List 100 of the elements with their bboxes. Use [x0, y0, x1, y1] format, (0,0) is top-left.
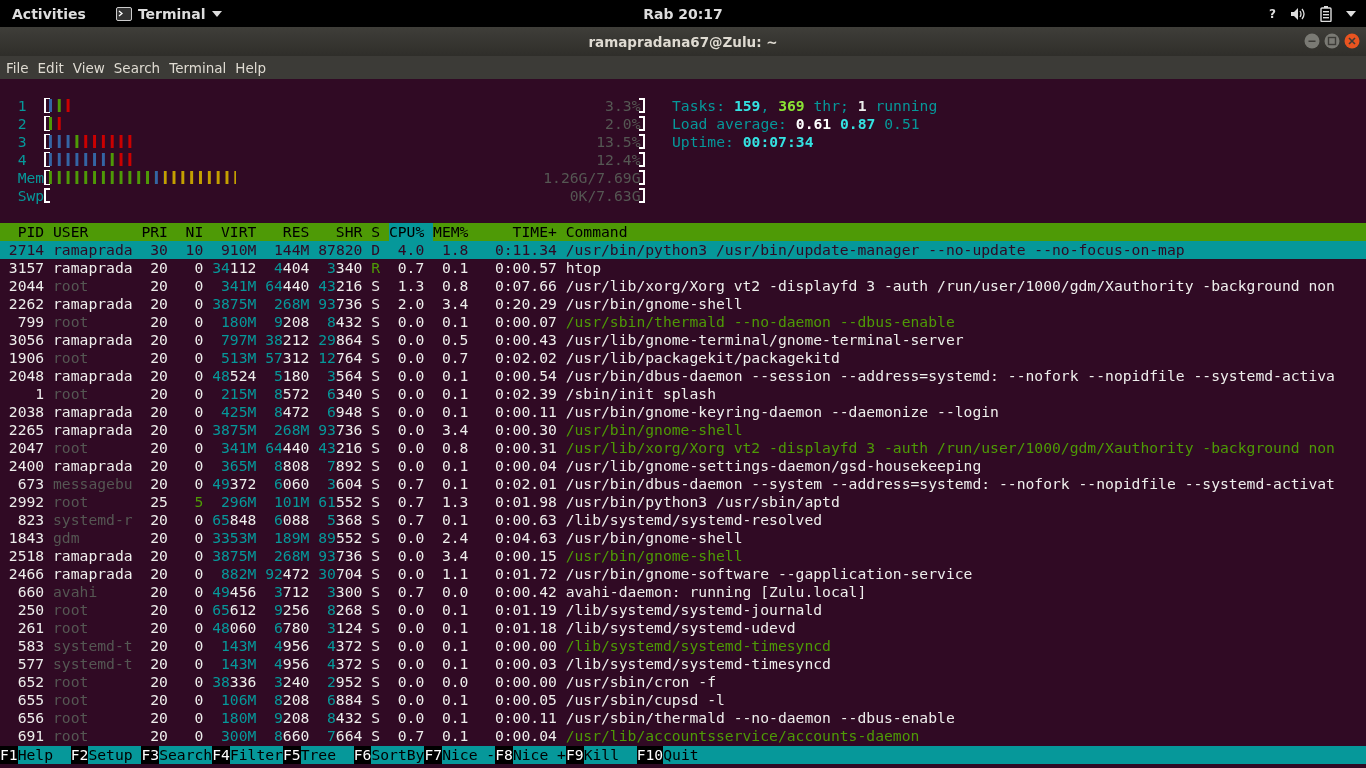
- process-row[interactable]: 2992 root 25 5 296M 101M 61552 S 0.7 1.3 0:01.98 /usr/bin/python3 /usr/sbin/aptd: [0, 493, 1366, 511]
- close-icon[interactable]: [1344, 33, 1360, 49]
- virtual-memory-cell: 3875M: [212, 547, 257, 565]
- battery-icon[interactable]: [1320, 5, 1332, 22]
- process-row[interactable]: 2466 ramaprada 20 0 882M 92472 30704 S 0.0 1.1 0:01.72 /usr/bin/gnome-software --gapplication-service: [0, 565, 1366, 583]
- priority-cell-text: 20: [149, 367, 168, 385]
- process-row[interactable]: 691 root 20 0 300M 8660 7664 S 0.7 0.1 0:00.04 /usr/lib/accountsservice/accounts-daemon: [0, 727, 1366, 745]
- minimize-icon[interactable]: [1304, 33, 1320, 49]
- cpu-cell-text: 0.0: [396, 655, 425, 673]
- column-header[interactable]: NI: [176, 223, 204, 241]
- summary-text: ,: [760, 97, 771, 115]
- command-cell-text: avahi-daemon: running [Zulu.local]: [565, 583, 868, 601]
- nice-cell-text: 0: [193, 349, 204, 367]
- process-row[interactable]: 2714 ramaprada 30 10 910M 144M 87820 D 4.0 1.8 0:11.34 /usr/bin/python3 /usr/bin/update-manager --no-update --no-focus-on-map: [0, 241, 1366, 259]
- menu-item[interactable]: Help: [235, 59, 274, 76]
- command-cell-text: /usr/bin/python3 /usr/bin/update-manager --no-update --no-focus-on-map: [565, 241, 1186, 259]
- column-header[interactable]: Command: [565, 223, 1366, 241]
- process-row[interactable]: 660 avahi 20 0 49456 3712 3300 S 0.7 0.0 0:00.42 avahi-daemon: running [Zulu.local]: [0, 583, 1366, 601]
- process-row[interactable]: 823 systemd-r 20 0 65848 6088 5368 S 0.7 0.1 0:00.63 /lib/systemd/systemd-resolved: [0, 511, 1366, 529]
- command-cell-text: /usr/lib/xorg/Xorg vt2 -displayfd 3 -auth /run/user/1000/gdm/Xauthority -background non: [565, 277, 1336, 295]
- virtual-memory-cell-text: 882M: [219, 565, 257, 583]
- menu-item[interactable]: Search: [113, 59, 168, 76]
- process-row[interactable]: 799 root 20 0 180M 9208 8432 S 0.0 0.1 0:00.07 /usr/sbin/thermald --no-daemon --dbus-enable: [0, 313, 1366, 331]
- state-cell: S: [371, 547, 381, 565]
- process-row[interactable]: 583 systemd-t 20 0 143M 4956 4372 S 0.0 0.1 0:00.00 /lib/systemd/systemd-timesyncd: [0, 637, 1366, 655]
- footer-button[interactable]: Nice +: [512, 746, 566, 764]
- memory-cell-text: 0.8: [440, 439, 469, 457]
- menu-item[interactable]: File: [6, 59, 36, 76]
- column-header[interactable]: CPU%: [388, 223, 434, 241]
- menu-item[interactable]: Edit: [37, 59, 71, 76]
- column-header[interactable]: MEM%: [433, 223, 469, 241]
- footer-button[interactable]: Nice -: [442, 746, 496, 764]
- speaker-icon[interactable]: [1290, 6, 1306, 21]
- clock[interactable]: Rab 20:17: [643, 5, 723, 22]
- process-row[interactable]: 2518 ramaprada 20 0 3875M 268M 93736 S 0.0 3.4 0:00.15 /usr/bin/gnome-shell: [0, 547, 1366, 565]
- time-cell-text: 0:00.04: [493, 457, 557, 475]
- pid-cell-text: 2714: [7, 241, 45, 259]
- footer-button[interactable]: Kill: [583, 746, 637, 764]
- priority-cell-text: 20: [149, 421, 168, 439]
- footer-button[interactable]: Tree: [300, 746, 354, 764]
- help-indicator[interactable]: ?: [1269, 6, 1276, 21]
- cpu-cell-text: 0.7: [396, 475, 425, 493]
- state-cell: S: [371, 655, 381, 673]
- process-row[interactable]: 655 root 20 0 106M 8208 6884 S 0.0 0.1 0:00.05 /usr/sbin/cupsd -l: [0, 691, 1366, 709]
- footer-button[interactable]: Filter: [229, 746, 283, 764]
- process-row[interactable]: 2265 ramaprada 20 0 3875M 268M 93736 S 0.0 3.4 0:00.30 /usr/bin/gnome-shell: [0, 421, 1366, 439]
- process-row[interactable]: 3056 ramaprada 20 0 797M 38212 29864 S 0.0 0.5 0:00.43 /usr/lib/gnome-terminal/gnome-terminal-server: [0, 331, 1366, 349]
- column-header[interactable]: TIME+: [477, 223, 557, 241]
- column-header[interactable]: VIRT: [212, 223, 257, 241]
- process-row[interactable]: 250 root 20 0 65612 9256 8268 S 0.0 0.1 0:01.19 /lib/systemd/systemd-journald: [0, 601, 1366, 619]
- process-row[interactable]: 656 root 20 0 180M 9208 8432 S 0.0 0.1 0:00.11 /usr/sbin/thermald --no-daemon --dbus-enable: [0, 709, 1366, 727]
- footer-button[interactable]: Search: [159, 746, 213, 764]
- menu-item[interactable]: Terminal: [169, 59, 234, 76]
- process-row[interactable]: 1906 root 20 0 513M 57312 12764 S 0.0 0.7 0:02.02 /usr/lib/packagekit/packagekitd: [0, 349, 1366, 367]
- footer-button[interactable]: Help: [17, 746, 71, 764]
- command-cell-text: /usr/sbin/thermald --no-daemon --dbus-enable: [565, 313, 956, 331]
- process-row[interactable]: 3157 ramaprada 20 0 34112 4404 3340 R 0.7 0.1 0:00.57 htop: [0, 259, 1366, 277]
- terminal-icon[interactable]: [115, 6, 132, 21]
- shared-memory-cell: 61552: [318, 493, 363, 511]
- process-row[interactable]: 2400 ramaprada 20 0 365M 8808 7892 S 0.0 0.1 0:00.04 /usr/lib/gnome-settings-daemon/gsd-housekeeping: [0, 457, 1366, 475]
- virtual-memory-cell: 49372: [212, 475, 257, 493]
- footer-button[interactable]: Setup: [88, 746, 142, 764]
- process-row[interactable]: 2047 root 20 0 341M 64440 43216 S 0.0 0.8 0:00.31 /usr/lib/xorg/Xorg vt2 -displayfd 3 -auth /run/user/1000/gdm/Xauthority -background non: [0, 439, 1366, 457]
- virtual-memory-cell-text: 180M: [219, 709, 257, 727]
- column-header[interactable]: RES: [265, 223, 310, 241]
- process-row[interactable]: 673 messagebu 20 0 49372 6060 3604 S 0.7 0.1 0:02.01 /usr/bin/dbus-daemon --system --address=systemd: --nofork --nopidfile --systemd-activat: [0, 475, 1366, 493]
- caret-icon[interactable]: [211, 10, 222, 17]
- column-header[interactable]: PRI: [141, 223, 168, 241]
- process-row[interactable]: 1843 gdm 20 0 3353M 189M 89552 S 0.0 2.4 0:04.63 /usr/bin/gnome-shell: [0, 529, 1366, 547]
- process-row[interactable]: 652 root 20 0 38336 3240 2952 S 0.0 0.0 0:00.00 /usr/sbin/cron -f: [0, 673, 1366, 691]
- activities-button[interactable]: Activities: [12, 5, 86, 22]
- process-row[interactable]: 2048 ramaprada 20 0 48524 5180 3564 S 0.0 0.1 0:00.54 /usr/bin/dbus-daemon --session --address=systemd: --nofork --nopidfile --systemd-activa: [0, 367, 1366, 385]
- process-row[interactable]: 1 root 20 0 215M 8572 6340 S 0.0 0.1 0:02.39 /sbin/init splash: [0, 385, 1366, 403]
- process-row[interactable]: 577 systemd-t 20 0 143M 4956 4372 S 0.0 0.1 0:00.03 /lib/systemd/systemd-timesyncd: [0, 655, 1366, 673]
- memory-cell-text: 0.1: [440, 637, 469, 655]
- time-cell-text: 0:07.66: [493, 277, 557, 295]
- process-row[interactable]: 2262 ramaprada 20 0 3875M 268M 93736 S 2.0 3.4 0:20.29 /usr/bin/gnome-shell: [0, 295, 1366, 313]
- resident-memory-cell-text: 8572: [273, 385, 310, 403]
- column-header[interactable]: S: [371, 223, 381, 241]
- virtual-memory-cell-text: 513M: [219, 349, 257, 367]
- cpu-cell-text: 0.0: [396, 349, 425, 367]
- maximize-icon[interactable]: [1324, 33, 1340, 49]
- caret-icon[interactable]: [1346, 10, 1356, 17]
- process-row[interactable]: 261 root 20 0 48060 6780 3124 S 0.0 0.1 0:01.18 /lib/systemd/systemd-udevd: [0, 619, 1366, 637]
- resident-memory-cell-text: 144M: [273, 241, 310, 259]
- footer-button[interactable]: SortBy: [371, 746, 425, 764]
- state-cell: S: [371, 439, 381, 457]
- resident-memory-cell: 38212: [265, 331, 310, 349]
- column-header[interactable]: PID: [0, 223, 45, 241]
- resident-memory-cell-text: 268M: [273, 547, 310, 565]
- column-header[interactable]: SHR: [318, 223, 363, 241]
- time-cell-text: 0:00.03: [493, 655, 557, 673]
- app-menu[interactable]: Terminal: [137, 5, 206, 22]
- process-row[interactable]: 2038 ramaprada 20 0 425M 8472 6948 S 0.0 0.1 0:00.11 /usr/bin/gnome-keyring-daemon --daemonize --login: [0, 403, 1366, 421]
- menu-item[interactable]: View: [72, 59, 112, 76]
- process-row[interactable]: 2044 root 20 0 341M 64440 43216 S 1.3 0.8 0:07.66 /usr/lib/xorg/Xorg vt2 -displayfd 3 -auth /run/user/1000/gdm/Xauthority -background non: [0, 277, 1366, 295]
- user-cell-text: root: [53, 673, 90, 691]
- column-header[interactable]: USER: [53, 223, 133, 241]
- footer-button[interactable]: Quit: [663, 746, 1366, 764]
- memory-cell-text: 0.0: [440, 673, 469, 691]
